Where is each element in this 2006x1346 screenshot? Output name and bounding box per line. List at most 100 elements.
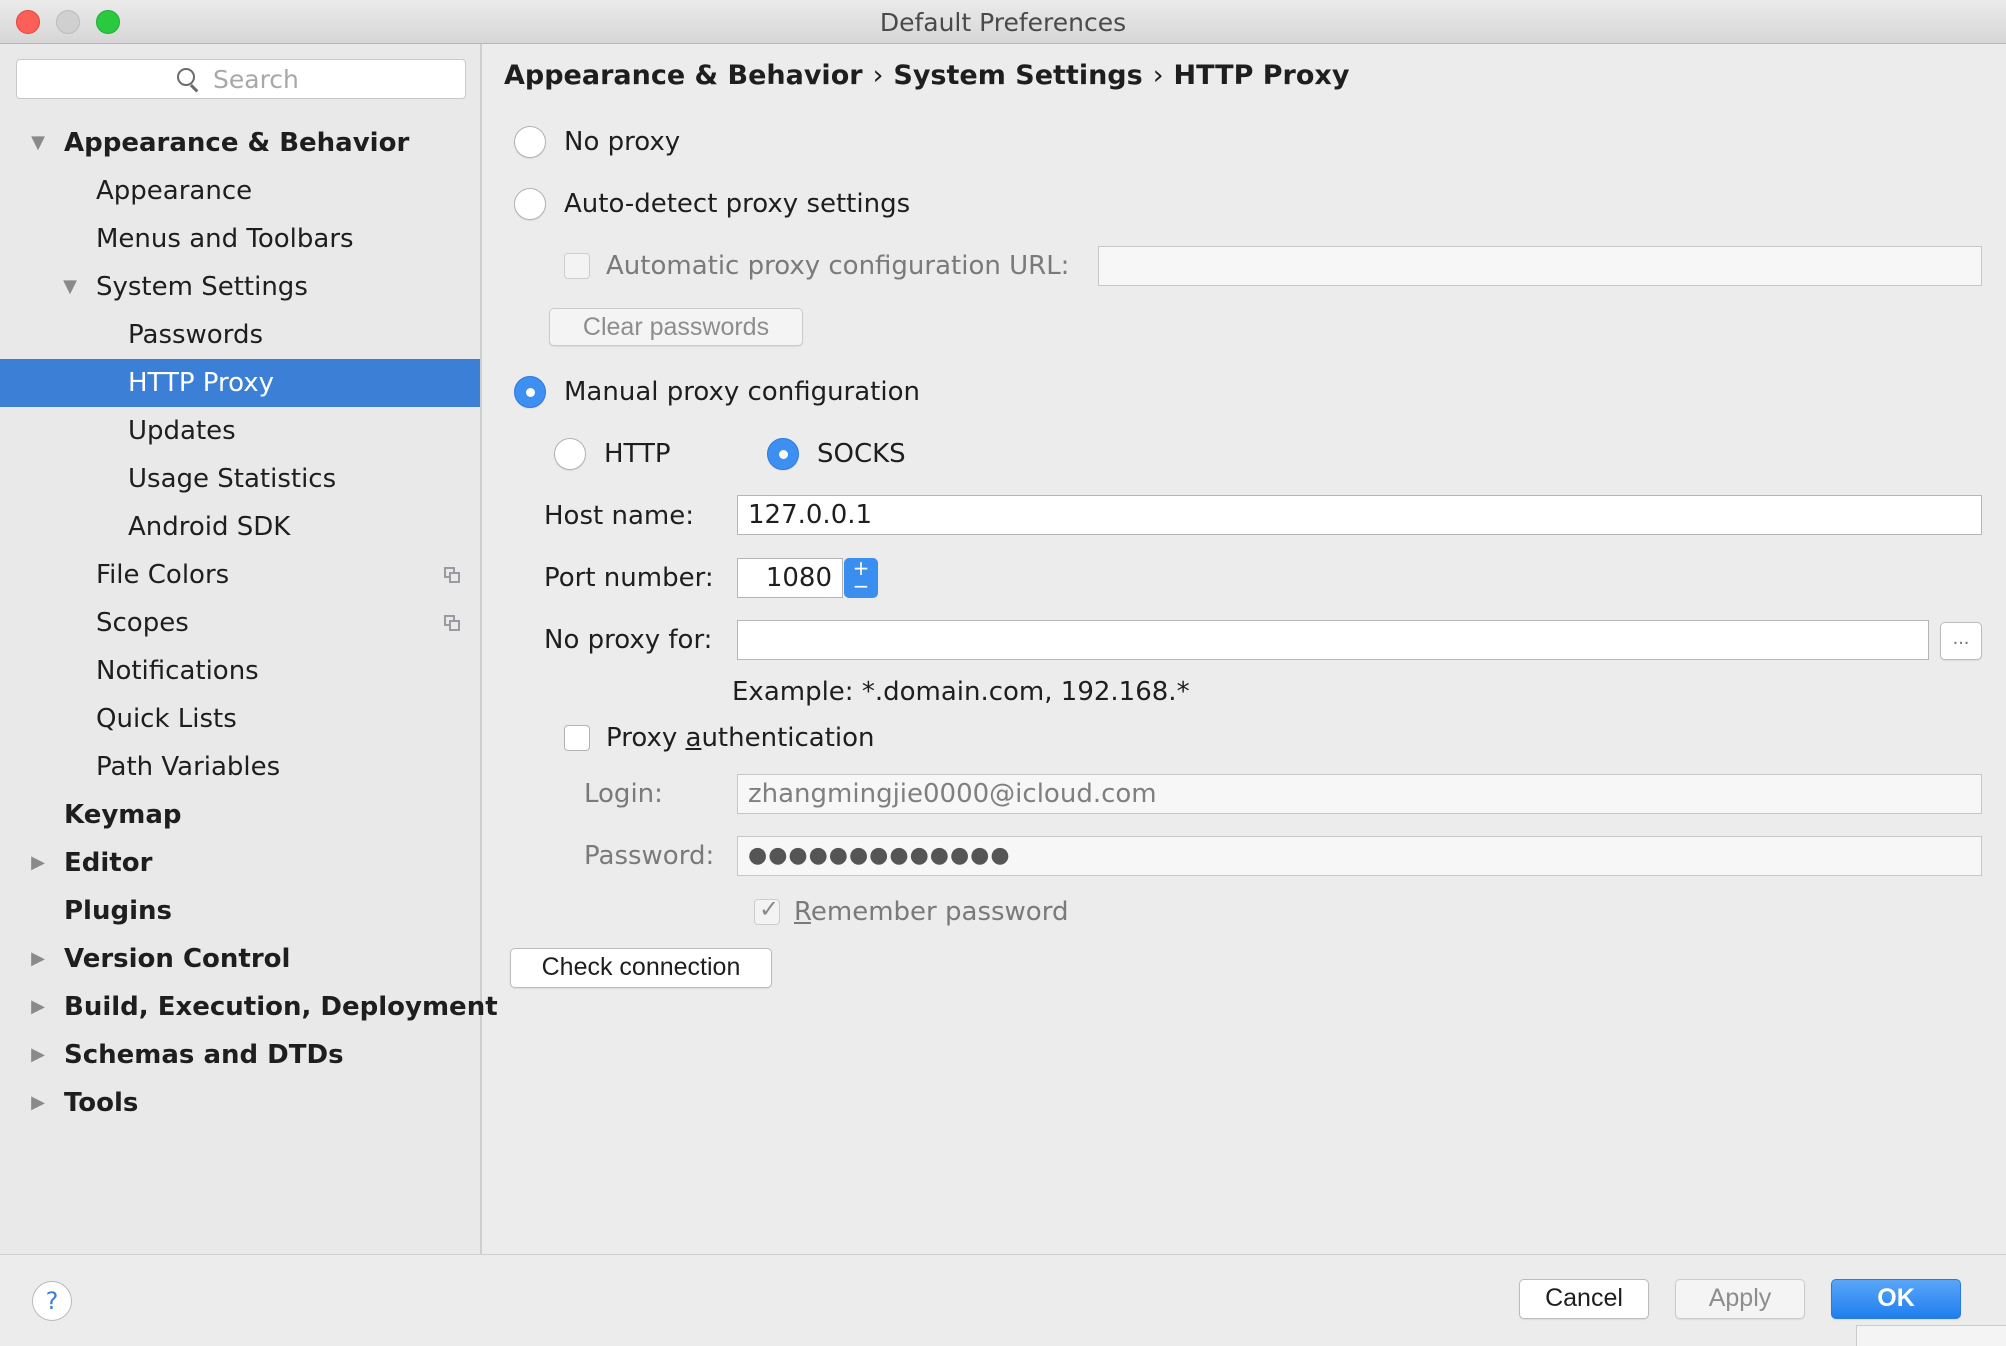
- dialog-footer: ? Cancel Apply OK: [0, 1254, 2006, 1346]
- sidebar-item-appearance[interactable]: Appearance: [0, 167, 480, 215]
- sidebar-item-label: Usage Statistics: [128, 464, 337, 494]
- sidebar-item-keymap[interactable]: Keymap: [0, 791, 480, 839]
- no-proxy-browse-button[interactable]: ...: [1940, 622, 1982, 660]
- proxy-authentication-mnemonic: a: [685, 723, 702, 753]
- collapse-arrow-icon[interactable]: ▶: [28, 1031, 48, 1079]
- sidebar-item-tools[interactable]: ▶ Tools: [0, 1079, 480, 1127]
- apply-button[interactable]: Apply: [1675, 1279, 1805, 1319]
- host-name-field[interactable]: 127.0.0.1: [737, 495, 1982, 535]
- sidebar-item-label: Appearance: [96, 176, 253, 206]
- sidebar-item-system-settings[interactable]: ▼ System Settings: [0, 263, 480, 311]
- search-icon: [177, 68, 195, 86]
- clear-passwords-button[interactable]: Clear passwords: [549, 308, 803, 346]
- window-title: Default Preferences: [879, 8, 1127, 37]
- remember-password-label-rest: emember password: [810, 897, 1069, 927]
- help-button[interactable]: ?: [32, 1281, 72, 1321]
- sidebar-item-label: Editor: [64, 848, 153, 878]
- sidebar-item-notifications[interactable]: Notifications: [0, 647, 480, 695]
- no-proxy-radio[interactable]: [514, 126, 546, 158]
- no-proxy-for-field[interactable]: [737, 620, 1929, 660]
- remember-password-label[interactable]: Remember password: [794, 896, 1068, 928]
- manual-proxy-label[interactable]: Manual proxy configuration: [564, 376, 920, 408]
- sidebar-item-label: Build, Execution, Deployment: [64, 992, 498, 1022]
- port-number-field[interactable]: 1080: [737, 558, 843, 598]
- proxy-authentication-label[interactable]: Proxy authentication: [606, 722, 875, 754]
- checkmark-icon: ✓: [759, 895, 780, 923]
- cancel-button[interactable]: Cancel: [1519, 1279, 1649, 1319]
- search-box[interactable]: [16, 59, 466, 99]
- sidebar-item-label: File Colors: [96, 560, 230, 590]
- decrement-icon[interactable]: −: [844, 576, 878, 596]
- expand-arrow-icon[interactable]: ▼: [28, 119, 48, 167]
- sidebar-item-updates[interactable]: Updates: [0, 407, 480, 455]
- sidebar-item-label: Tools: [64, 1088, 139, 1118]
- sidebar-item-passwords[interactable]: Passwords: [0, 311, 480, 359]
- sidebar-item-menus-and-toolbars[interactable]: Menus and Toolbars: [0, 215, 480, 263]
- sidebar-item-schemas-and-dtds[interactable]: ▶ Schemas and DTDs: [0, 1031, 480, 1079]
- sidebar-item-file-colors[interactable]: File Colors: [0, 551, 480, 599]
- sidebar-item-label: Schemas and DTDs: [64, 1040, 344, 1070]
- sidebar-item-label: Path Variables: [96, 752, 281, 782]
- sidebar-item-appearance-behavior[interactable]: ▼ Appearance & Behavior: [0, 119, 480, 167]
- breadcrumb-item-system-settings: System Settings: [893, 60, 1143, 91]
- project-settings-icon: [444, 567, 460, 583]
- sidebar-item-label: Scopes: [96, 608, 189, 638]
- password-field[interactable]: ●●●●●●●●●●●●●: [737, 836, 1982, 876]
- socks-radio[interactable]: [767, 438, 799, 470]
- breadcrumb-separator: ›: [1152, 60, 1164, 91]
- no-proxy-label[interactable]: No proxy: [564, 126, 680, 158]
- search-input[interactable]: [213, 62, 453, 96]
- sidebar-item-label: Version Control: [64, 944, 291, 974]
- sidebar-item-editor[interactable]: ▶ Editor: [0, 839, 480, 887]
- sidebar-item-label: Updates: [128, 416, 236, 446]
- input-method-indicator: [1856, 1325, 2006, 1346]
- sidebar-item-version-control[interactable]: ▶ Version Control: [0, 935, 480, 983]
- manual-proxy-radio[interactable]: [514, 376, 546, 408]
- check-connection-button[interactable]: Check connection: [510, 948, 772, 988]
- sidebar-item-label: Menus and Toolbars: [96, 224, 354, 254]
- proxy-authentication-checkbox[interactable]: [564, 725, 590, 751]
- sidebar-item-label: Keymap: [64, 800, 182, 830]
- settings-sidebar: ▼ Appearance & Behavior Appearance Menus an…: [0, 44, 498, 1254]
- breadcrumb-item-appearance-behavior: Appearance & Behavior: [504, 60, 863, 91]
- login-label: Login:: [584, 779, 663, 809]
- sidebar-item-build-execution-deployment[interactable]: ▶ Build, Execution, Deployment: [0, 983, 498, 1031]
- remember-password-checkbox[interactable]: ✓: [754, 895, 780, 925]
- ok-button[interactable]: OK: [1831, 1279, 1961, 1319]
- http-proxy-panel: Appearance & Behavior › System Settings › HT…: [484, 44, 2006, 1254]
- sidebar-item-usage-statistics[interactable]: Usage Statistics: [0, 455, 480, 503]
- expand-arrow-icon[interactable]: ▼: [60, 263, 80, 311]
- host-name-label: Host name:: [544, 501, 694, 531]
- no-proxy-for-label: No proxy for:: [544, 625, 713, 655]
- auto-detect-label[interactable]: Auto-detect proxy settings: [564, 188, 910, 220]
- breadcrumb-item-http-proxy: HTTP Proxy: [1173, 60, 1350, 91]
- port-number-label: Port number:: [544, 563, 714, 593]
- collapse-arrow-icon[interactable]: ▶: [28, 983, 48, 1031]
- collapse-arrow-icon[interactable]: ▶: [28, 1079, 48, 1127]
- sidebar-item-label: Android SDK: [128, 512, 291, 542]
- sidebar-item-scopes[interactable]: Scopes: [0, 599, 480, 647]
- port-stepper[interactable]: + −: [844, 558, 878, 598]
- collapse-arrow-icon[interactable]: ▶: [28, 839, 48, 887]
- sidebar-item-label: Notifications: [96, 656, 259, 686]
- collapse-arrow-icon[interactable]: ▶: [28, 935, 48, 983]
- http-label[interactable]: HTTP: [604, 438, 671, 470]
- auto-proxy-url-checkbox[interactable]: [564, 253, 590, 279]
- breadcrumb-separator: ›: [872, 60, 884, 91]
- password-label: Password:: [584, 841, 715, 871]
- socks-label[interactable]: SOCKS: [817, 438, 906, 470]
- sidebar-item-label: Appearance & Behavior: [64, 128, 410, 158]
- sidebar-item-android-sdk[interactable]: Android SDK: [0, 503, 480, 551]
- proxy-authentication-label-start: Proxy: [606, 723, 686, 753]
- login-field[interactable]: zhangmingjie0000@icloud.com: [737, 774, 1982, 814]
- sidebar-item-label: System Settings: [96, 272, 308, 302]
- sidebar-item-path-variables[interactable]: Path Variables: [0, 743, 480, 791]
- title-bar: Default Preferences: [0, 0, 2006, 44]
- http-radio[interactable]: [554, 438, 586, 470]
- auto-proxy-url-field[interactable]: [1098, 246, 1982, 286]
- sidebar-item-label: Passwords: [128, 320, 263, 350]
- sidebar-item-plugins[interactable]: Plugins: [0, 887, 480, 935]
- auto-detect-radio[interactable]: [514, 188, 546, 220]
- sidebar-item-quick-lists[interactable]: Quick Lists: [0, 695, 480, 743]
- sidebar-item-http-proxy[interactable]: HTTP Proxy: [0, 359, 480, 407]
